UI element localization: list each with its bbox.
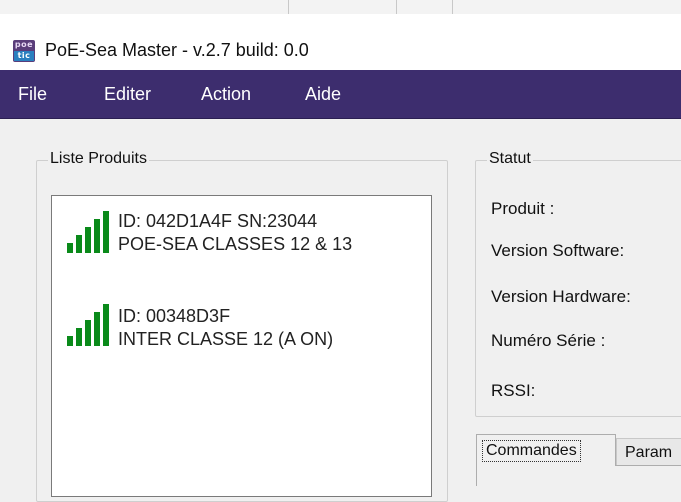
tab-commandes-label: Commandes xyxy=(482,440,581,462)
title-bar: poe tic PoE-Sea Master - v.2.7 build: 0.… xyxy=(0,14,681,70)
device-list-item[interactable]: ID: 042D1A4F SN:23044 POE-SEA CLASSES 12… xyxy=(52,201,422,261)
tab-commandes[interactable]: Commandes xyxy=(476,434,616,466)
menu-file[interactable]: File xyxy=(18,82,47,106)
signal-strength-icon xyxy=(67,211,109,253)
app-icon-bottom-text: tic xyxy=(14,51,34,61)
products-legend: Liste Produits xyxy=(48,150,149,168)
device-id: ID: 042D1A4F SN:23044 xyxy=(118,211,318,231)
device-id: ID: 00348D3F xyxy=(118,306,231,326)
menu-border xyxy=(0,118,681,119)
status-hardware-version-label: Version Hardware: xyxy=(491,287,631,306)
device-name: INTER CLASSE 12 (A ON) xyxy=(118,329,334,349)
status-software-version-label: Version Software: xyxy=(491,241,625,260)
signal-strength-icon xyxy=(67,304,109,346)
app-icon: poe tic xyxy=(13,40,35,62)
menu-action[interactable]: Action xyxy=(201,82,251,106)
status-rssi-label: RSSI: xyxy=(491,381,536,400)
status-serial-number-label: Numéro Série : xyxy=(491,331,606,350)
menu-editer[interactable]: Editer xyxy=(104,82,151,106)
device-name: POE-SEA CLASSES 12 & 13 xyxy=(118,234,353,254)
tab-panel-border xyxy=(476,466,477,486)
strip-divider xyxy=(452,0,453,14)
device-list-item[interactable]: ID: 00348D3F INTER CLASSE 12 (A ON) xyxy=(52,294,422,354)
status-legend: Statut xyxy=(487,150,533,168)
window-title: PoE-Sea Master - v.2.7 build: 0.0 xyxy=(45,40,309,60)
menu-bar: File Editer Action Aide xyxy=(0,70,681,118)
tab-parametres[interactable]: Param xyxy=(616,438,681,466)
background-window-strip xyxy=(0,0,681,15)
tab-strip-border xyxy=(616,465,681,466)
status-product-label: Produit : xyxy=(491,199,555,218)
products-list[interactable]: ID: 042D1A4F SN:23044 POE-SEA CLASSES 12… xyxy=(51,195,432,497)
tab-parametres-label: Param xyxy=(625,444,673,461)
menu-aide[interactable]: Aide xyxy=(305,82,341,106)
strip-divider xyxy=(396,0,397,14)
strip-divider xyxy=(288,0,289,14)
app-icon-top-text: poe xyxy=(14,40,34,49)
